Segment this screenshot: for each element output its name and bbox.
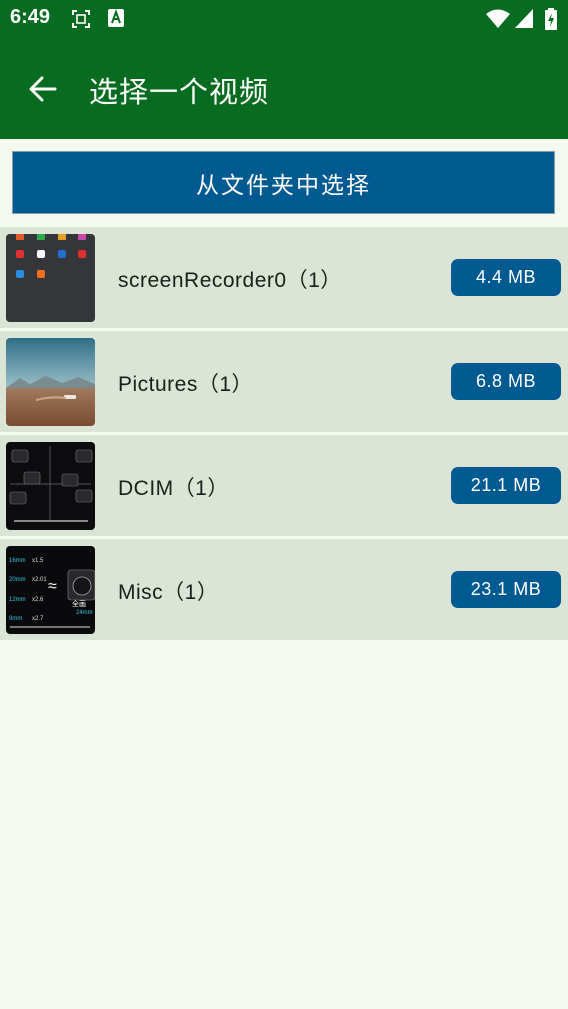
thumb-text: 12mm	[9, 597, 26, 603]
thumb-text: ≈	[48, 578, 57, 595]
list-item[interactable]: 16mm x1.5 20mm x2.01 12mm x2.6 9mm x2.7 …	[0, 539, 568, 640]
signal-icon	[514, 8, 534, 34]
folder-name: Misc（1）	[118, 581, 219, 604]
thumb-text: 9mm	[9, 616, 22, 622]
status-bar: 6:49	[0, 0, 568, 38]
folder-name: screenRecorder0（1）	[118, 269, 342, 292]
screenshot-thumbnail	[6, 234, 95, 322]
landscape-thumbnail	[6, 338, 95, 426]
status-time: 6:49	[10, 6, 51, 28]
thumb-text: 16mm	[9, 558, 26, 564]
screenshot-icon	[70, 8, 92, 34]
list-item[interactable]: DCIM（1） 21.1 MB	[0, 435, 568, 536]
thumb-text: x2.01	[32, 577, 47, 583]
battery-charging-icon	[545, 8, 557, 34]
arrow-left-icon	[22, 76, 66, 111]
lens-chart-thumbnail: 16mm x1.5 20mm x2.01 12mm x2.6 9mm x2.7 …	[6, 546, 95, 634]
thumb-text: x2.6	[32, 597, 44, 603]
thumb-text: 20mm	[9, 577, 26, 583]
select-from-folder-button[interactable]: 从文件夹中选择	[12, 151, 555, 214]
thumb-text: 24mm	[76, 610, 93, 616]
back-button[interactable]	[22, 71, 66, 107]
thumb-text: 全画	[72, 599, 86, 608]
list-item[interactable]: Pictures（1） 6.8 MB	[0, 331, 568, 432]
wifi-icon	[485, 8, 511, 34]
size-badge: 4.4 MB	[451, 259, 561, 296]
list-item[interactable]: screenRecorder0（1） 4.4 MB	[0, 227, 568, 328]
app-bar: 选择一个视频	[0, 38, 568, 139]
size-badge: 6.8 MB	[451, 363, 561, 400]
page-title: 选择一个视频	[89, 75, 270, 109]
folder-list: screenRecorder0（1） 4.4 MB Pictures（1） 6.…	[0, 227, 568, 643]
folder-name: DCIM（1）	[118, 477, 229, 500]
size-badge: 23.1 MB	[451, 571, 561, 608]
folder-name: Pictures（1）	[118, 373, 254, 396]
thumb-text: x2.7	[32, 616, 44, 622]
thumb-text: x1.5	[32, 558, 44, 564]
size-badge: 21.1 MB	[451, 467, 561, 504]
cameras-thumbnail	[6, 442, 95, 530]
a-notification-icon	[107, 8, 125, 32]
